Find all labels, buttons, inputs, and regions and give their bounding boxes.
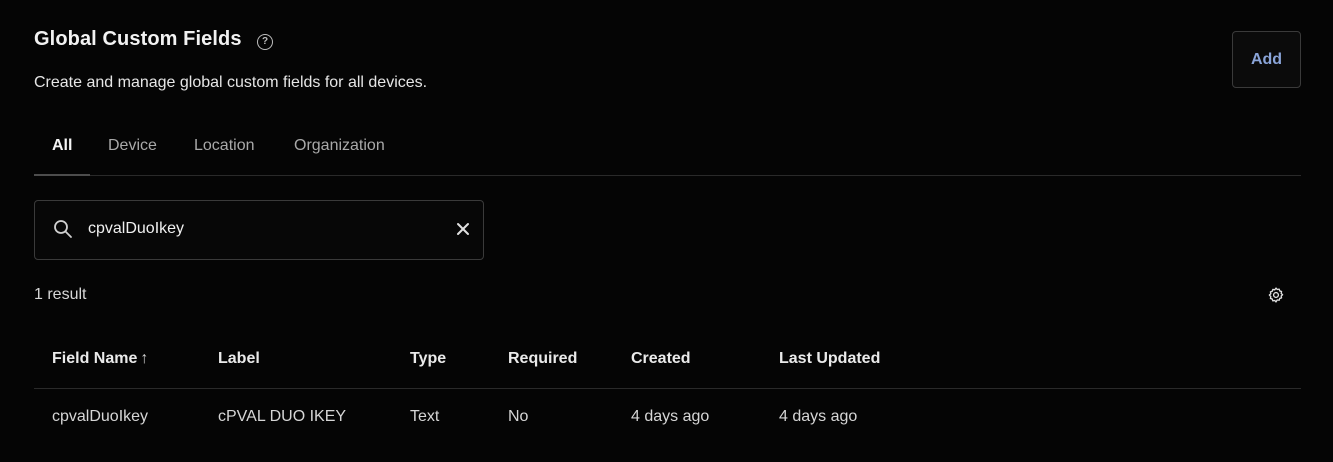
tab-all[interactable]: All <box>52 137 72 155</box>
cell-last-updated: 4 days ago <box>779 408 858 425</box>
column-header-field-name[interactable]: Field Name ↑ <box>52 350 148 368</box>
table-header-divider <box>34 388 1301 389</box>
column-header-label[interactable]: Label <box>218 350 260 368</box>
column-header-created[interactable]: Created <box>631 350 691 368</box>
cell-field-name[interactable]: cpvalDuoIkey <box>52 408 148 426</box>
cell-required: No <box>508 408 529 425</box>
tab-location[interactable]: Location <box>194 137 255 155</box>
column-header-type[interactable]: Type <box>410 350 446 368</box>
tab-device[interactable]: Device <box>108 137 157 155</box>
tab-organization[interactable]: Organization <box>294 137 385 155</box>
cell-label: cPVAL DUO IKEY <box>218 408 347 425</box>
page-subtitle: Create and manage global custom fields f… <box>34 74 428 91</box>
cell-type: Text <box>410 408 440 425</box>
sort-ascending-icon[interactable]: ↑ <box>140 350 148 368</box>
search-value[interactable]: cpvalDuoIkey <box>88 220 184 238</box>
column-header-last-updated[interactable]: Last Updated <box>779 350 880 368</box>
add-button[interactable]: Add <box>1232 31 1301 88</box>
column-header-required[interactable]: Required <box>508 350 577 368</box>
question-circle-icon[interactable]: ? <box>257 34 273 50</box>
cell-created: 4 days ago <box>631 408 710 425</box>
page-title: Global Custom Fields <box>34 28 242 50</box>
column-header-label: Field Name <box>52 350 138 367</box>
close-icon[interactable] <box>454 220 472 238</box>
search-icon <box>54 220 72 238</box>
active-tab-indicator <box>34 174 90 176</box>
gear-icon[interactable] <box>1267 286 1285 304</box>
result-count: 1 result <box>34 286 87 303</box>
tabs-divider <box>34 175 1301 176</box>
